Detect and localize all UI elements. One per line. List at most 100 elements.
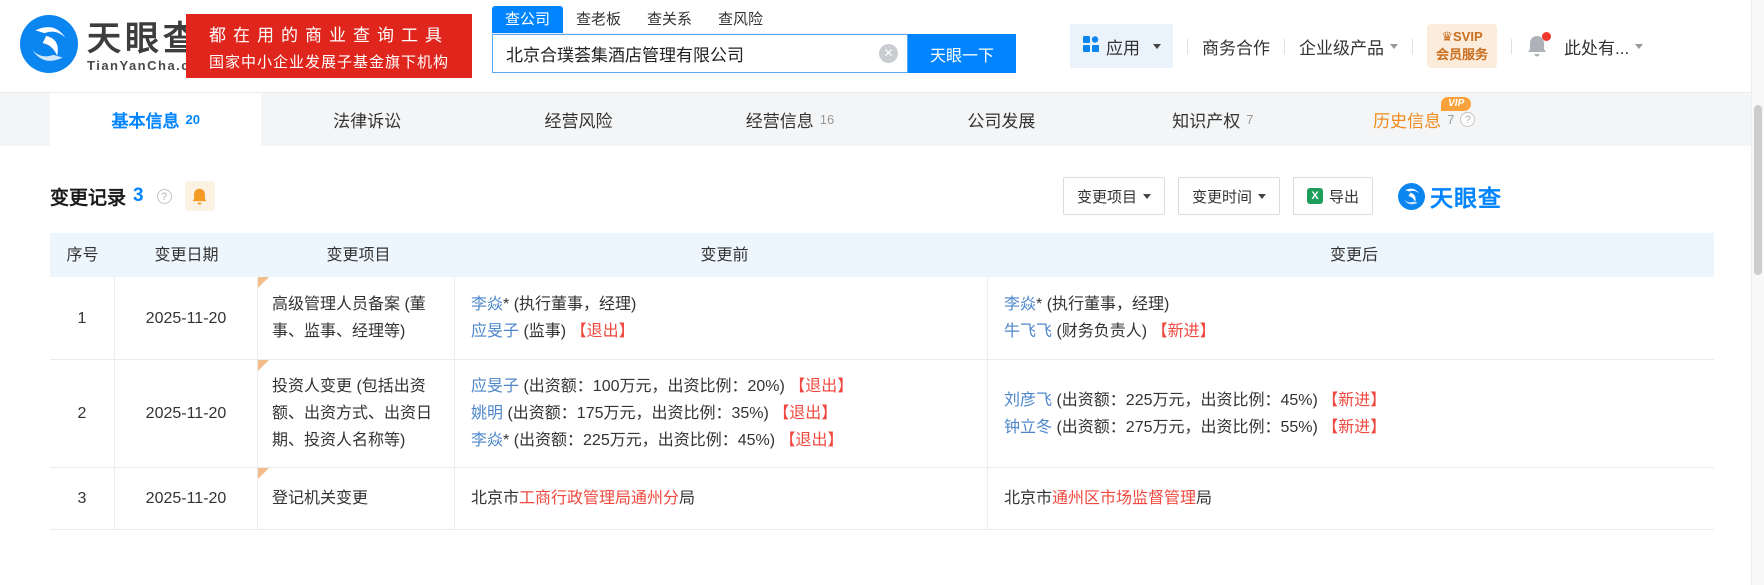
- top-nav: 应用 商务合作 企业级产品 ♛SVIP 会员服务: [1070, 24, 1643, 68]
- cell-text: 北京市: [471, 490, 519, 507]
- slogan-line1: 都在用的商业查询工具: [209, 21, 449, 46]
- section-count: 3: [133, 185, 144, 207]
- cell-text: * (出资额：225万元，出资比例：45%): [503, 432, 780, 449]
- enterprise-label: 企业级产品: [1299, 34, 1384, 59]
- company-tab-2[interactable]: 经营风险: [473, 93, 684, 146]
- scrollbar-thumb[interactable]: [1754, 105, 1762, 275]
- entity-link[interactable]: 刘彦飞: [1004, 392, 1052, 409]
- status-tag: 【退出】: [773, 405, 837, 422]
- filter-change-item-label: 变更项目: [1077, 186, 1137, 207]
- table-row: 32025-11-20登记机关变更北京市工商行政管理局通州分局北京市通州区市场监…: [50, 468, 1714, 530]
- scrollbar-track[interactable]: [1751, 0, 1764, 585]
- company-tab-5[interactable]: 知识产权7: [1107, 93, 1318, 146]
- cell-text: (出资额：175万元，出资比例：35%): [503, 405, 773, 422]
- company-tab-4[interactable]: 公司发展: [896, 93, 1107, 146]
- tianyancha-logo[interactable]: 天眼查 TianYanCha.com: [20, 15, 213, 78]
- svip-membership-badge[interactable]: ♛SVIP 会员服务: [1427, 24, 1497, 67]
- chevron-down-icon: [1153, 44, 1161, 49]
- corner-marker: [258, 277, 269, 288]
- subscribe-bell-button[interactable]: [185, 181, 215, 211]
- column-header-1: 变更日期: [115, 242, 258, 269]
- vip-badge: VIP: [1441, 97, 1471, 111]
- tab-count: 20: [185, 112, 199, 127]
- nav-more-menu[interactable]: 此处有...: [1564, 34, 1643, 59]
- status-tag: 【退出】: [789, 378, 853, 395]
- tab-label: 公司发展: [967, 107, 1035, 132]
- help-icon[interactable]: ?: [1460, 112, 1475, 127]
- search-area: 查公司查老板查关系查风险 ✕ 天眼一下: [492, 7, 1016, 73]
- export-button[interactable]: X 导出: [1293, 177, 1373, 215]
- cell-line: 牛飞飞 (财务负责人) 【新进】: [1004, 318, 1704, 345]
- company-tab-1[interactable]: 法律诉讼: [261, 93, 472, 146]
- cell-text: (出资额：225万元，出资比例：45%): [1052, 392, 1322, 409]
- tab-label: 历史信息: [1373, 107, 1441, 132]
- entity-link[interactable]: 牛飞飞: [1004, 323, 1052, 340]
- chevron-down-icon: [1143, 194, 1151, 199]
- entity-link[interactable]: 应旻子: [471, 323, 519, 340]
- cell-serial-number: 1: [50, 277, 115, 359]
- entity-link[interactable]: 工商行政管理局通州分: [519, 490, 679, 507]
- svip-line1: SVIP: [1453, 29, 1483, 44]
- status-tag: 【新进】: [1322, 419, 1386, 436]
- search-input[interactable]: [492, 34, 908, 73]
- search-tab-1[interactable]: 查老板: [563, 6, 634, 33]
- cell-before-change: 应旻子 (出资额：100万元，出资比例：20%) 【退出】姚明 (出资额：175…: [455, 360, 988, 467]
- crown-icon: ♛: [1441, 29, 1453, 44]
- company-tab-0[interactable]: 基本信息20: [50, 93, 261, 146]
- search-tab-3[interactable]: 查风险: [705, 6, 776, 33]
- filter-change-time-label: 变更时间: [1192, 186, 1252, 207]
- company-tab-3[interactable]: 经营信息16: [684, 93, 895, 146]
- tianyancha-watermark: 天眼查: [1398, 179, 1502, 213]
- tab-label: 经营信息: [746, 107, 814, 132]
- slogan-banner: 都在用的商业查询工具 国家中小企业发展子基金旗下机构: [186, 14, 472, 78]
- company-tabs: 基本信息20 法律诉讼 经营风险 经营信息16 公司发展 知识产权7历史信息7VIP?: [50, 93, 1530, 146]
- cell-after-change: 刘彦飞 (出资额：225万元，出资比例：45%) 【新进】钟立冬 (出资额：27…: [988, 360, 1714, 467]
- entity-link[interactable]: 李焱: [471, 296, 503, 313]
- search-input-wrap: ✕: [492, 34, 908, 73]
- cell-line: 李焱* (执行董事，经理): [471, 291, 977, 318]
- nav-enterprise-products[interactable]: 企业级产品: [1299, 34, 1398, 59]
- cell-change-item: 高级管理人员备案 (董事、监事、经理等): [258, 277, 455, 359]
- company-tab-6[interactable]: 历史信息7VIP?: [1319, 93, 1530, 146]
- tab-label: 经营风险: [545, 107, 613, 132]
- apps-label: 应用: [1106, 34, 1140, 59]
- filter-change-item-button[interactable]: 变更项目: [1063, 177, 1165, 215]
- entity-link[interactable]: 通州区市场监督管理: [1052, 490, 1196, 507]
- divider: [1284, 39, 1285, 54]
- tab-label: 法律诉讼: [333, 107, 401, 132]
- cell-change-date: 2025-11-20: [115, 277, 258, 359]
- tab-label: 知识产权: [1172, 107, 1240, 132]
- change-item-text: 投资人变更 (包括出资额、出资方式、出资日期、投资人名称等): [272, 373, 444, 454]
- more-label: 此处有...: [1564, 34, 1629, 59]
- column-header-3: 变更前: [455, 242, 988, 269]
- search-button[interactable]: 天眼一下: [908, 34, 1016, 73]
- watermark-logo-icon: [1398, 183, 1425, 210]
- cell-serial-number: 2: [50, 360, 115, 467]
- change-item-text: 高级管理人员备案 (董事、监事、经理等): [272, 291, 444, 345]
- svip-line2: 会员服务: [1436, 46, 1488, 64]
- clear-search-icon[interactable]: ✕: [879, 44, 898, 63]
- notification-dot: [1542, 32, 1551, 41]
- status-tag: 【新进】: [1152, 323, 1216, 340]
- section-actions: 变更项目 变更时间 X 导出: [1063, 177, 1502, 215]
- entity-link[interactable]: 钟立冬: [1004, 419, 1052, 436]
- notification-bell-icon[interactable]: [1526, 34, 1550, 58]
- search-tab-2[interactable]: 查关系: [634, 6, 705, 33]
- apps-menu-button[interactable]: 应用: [1070, 24, 1173, 68]
- chevron-down-icon: [1258, 194, 1266, 199]
- column-header-2: 变更项目: [258, 242, 455, 269]
- watermark-text: 天眼查: [1430, 179, 1502, 213]
- entity-link[interactable]: 姚明: [471, 405, 503, 422]
- help-icon[interactable]: ?: [157, 189, 172, 204]
- entity-link[interactable]: 李焱: [471, 432, 503, 449]
- status-tag: 【退出】: [780, 432, 844, 449]
- cell-text: * (执行董事，经理): [503, 296, 636, 313]
- section-title: 变更记录: [50, 183, 126, 210]
- change-record-section: 变更记录 3 ? 变更项目 变更时间: [0, 146, 1764, 585]
- nav-biz-cooperation[interactable]: 商务合作: [1202, 34, 1270, 59]
- filter-change-time-button[interactable]: 变更时间: [1178, 177, 1280, 215]
- search-tab-0[interactable]: 查公司: [492, 6, 563, 33]
- cell-change-item: 登记机关变更: [258, 468, 455, 529]
- entity-link[interactable]: 李焱: [1004, 296, 1036, 313]
- entity-link[interactable]: 应旻子: [471, 378, 519, 395]
